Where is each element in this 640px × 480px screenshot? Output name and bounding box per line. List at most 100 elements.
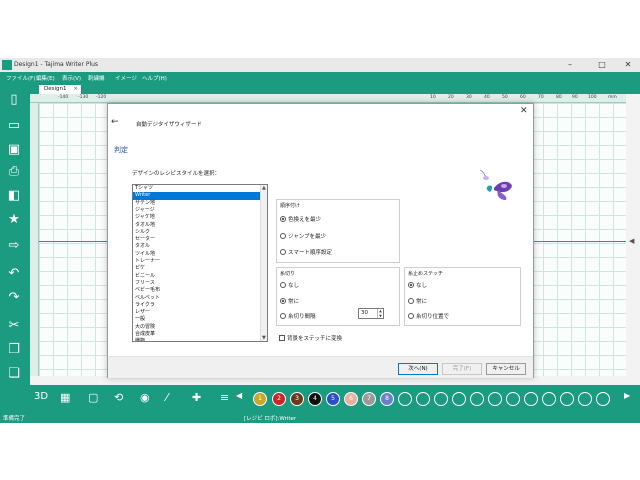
radio-tieoff-at-trim[interactable]: 糸切り位置で	[408, 312, 449, 320]
empty-swatch[interactable]	[488, 392, 502, 406]
print-icon[interactable]: ⎙	[5, 164, 23, 180]
scroll-up-icon[interactable]: ▲	[262, 185, 266, 191]
redo-icon[interactable]: ↷	[5, 290, 23, 306]
menu-image[interactable]: イメージ	[115, 74, 137, 82]
empty-swatch[interactable]	[452, 392, 466, 406]
color-swatch-2[interactable]: 2	[272, 392, 286, 406]
menu-machine[interactable]: 刺繍機	[88, 74, 105, 82]
stitch-tool-icon[interactable]: ✚	[192, 391, 201, 404]
list-item[interactable]: 織物	[133, 338, 261, 341]
color-swatch-5[interactable]: 5	[326, 392, 340, 406]
palette-prev-icon[interactable]: ◀	[236, 391, 242, 400]
radio-tieoff-none[interactable]: なし	[408, 281, 427, 289]
empty-swatch[interactable]	[578, 392, 592, 406]
open-folder-icon[interactable]: ▭	[5, 118, 23, 134]
radio-trim-interval[interactable]: 糸切り間隔	[280, 312, 316, 320]
list-item[interactable]: シルク	[133, 229, 261, 236]
list-item[interactable]: タオル	[133, 243, 261, 250]
menu-file[interactable]: ファイル(F)	[6, 74, 35, 82]
color-swatch-1[interactable]: 1	[253, 392, 267, 406]
list-item[interactable]: セーター	[133, 236, 261, 243]
list-item[interactable]: ツイル地	[133, 251, 261, 258]
menu-help[interactable]: ヘルプ(H)	[142, 74, 167, 82]
color-swatch-8[interactable]: 8	[380, 392, 394, 406]
minimize-button[interactable]: –	[560, 59, 580, 71]
grid-icon[interactable]: ▦	[60, 391, 70, 404]
vertical-scrollbar[interactable]: ◀	[626, 94, 640, 385]
cut-icon[interactable]: ✂	[5, 318, 23, 334]
color-swatch-6[interactable]: 6	[344, 392, 358, 406]
list-item[interactable]: ピケ	[133, 265, 261, 272]
empty-swatch[interactable]	[470, 392, 484, 406]
tab-close-icon[interactable]: ×	[73, 85, 78, 94]
list-item[interactable]: 合成皮革	[133, 331, 261, 338]
list-item[interactable]: タオル地	[133, 222, 261, 229]
copy-icon[interactable]: ❐	[5, 342, 23, 358]
empty-swatch[interactable]	[398, 392, 412, 406]
empty-swatch[interactable]	[524, 392, 538, 406]
empty-swatch[interactable]	[416, 392, 430, 406]
list-item[interactable]: レザー	[133, 309, 261, 316]
empty-swatch[interactable]	[596, 392, 610, 406]
list-item[interactable]: Tシャツ	[133, 185, 261, 192]
list-item[interactable]: ビニール	[133, 273, 261, 280]
list-item[interactable]: トレーナー	[133, 258, 261, 265]
scroll-down-icon[interactable]: ▼	[262, 335, 266, 341]
view-3d-button[interactable]: 3D	[34, 391, 48, 402]
empty-swatch[interactable]	[542, 392, 556, 406]
close-window-button[interactable]: ✕	[618, 59, 638, 71]
radio-trim-always[interactable]: 常に	[280, 297, 299, 305]
needle-icon[interactable]: ⁄	[166, 391, 168, 404]
menu-lines-icon[interactable]: ≡	[220, 391, 229, 404]
undo-icon[interactable]: ↶	[5, 266, 23, 282]
list-item-selected[interactable]: Writer	[133, 192, 261, 200]
radio-tieoff-always[interactable]: 常に	[408, 297, 427, 305]
refresh-icon[interactable]: ⟲	[114, 391, 123, 404]
list-item[interactable]: サテン地	[133, 200, 261, 207]
menu-view[interactable]: 表示(V)	[62, 74, 81, 82]
circle-tool-icon[interactable]: ◉	[140, 391, 150, 404]
dialog-close-icon[interactable]: ✕	[520, 106, 528, 116]
background-to-stitch-checkbox[interactable]: 背景をステッチに変換	[279, 334, 342, 342]
empty-swatch[interactable]	[560, 392, 574, 406]
checkbox-icon	[279, 335, 285, 341]
trim-interval-stepper[interactable]: 30 ▲ ▼	[358, 308, 384, 319]
star-icon[interactable]: ★	[5, 212, 23, 228]
color-swatch-7[interactable]: 7	[362, 392, 376, 406]
color-swatch-3[interactable]: 3	[290, 392, 304, 406]
radio-smart-order[interactable]: スマート順序設定	[280, 248, 332, 256]
app-logo-icon	[2, 60, 12, 70]
list-item[interactable]: ベビー毛布	[133, 287, 261, 294]
list-item[interactable]: ライクラ	[133, 302, 261, 309]
list-scrollbar[interactable]: ▲ ▼	[260, 185, 267, 341]
list-item[interactable]: 大の冒険	[133, 324, 261, 331]
next-button[interactable]: 次へ(N)	[398, 363, 438, 375]
recipe-style-list[interactable]: Tシャツ Writer サテン地 ジャージ ジャケ地 タオル地 シルク セーター…	[132, 184, 268, 342]
new-file-icon[interactable]: ▯	[5, 92, 23, 108]
empty-swatch[interactable]	[434, 392, 448, 406]
list-item[interactable]: ジャケ地	[133, 214, 261, 221]
palette-next-icon[interactable]: ▶	[624, 391, 630, 400]
cancel-button[interactable]: キャンセル	[486, 363, 526, 375]
save-icon[interactable]: ▣	[5, 142, 23, 158]
tab-design1[interactable]: Design1 ×	[39, 85, 81, 94]
stepper-arrows-icon[interactable]: ▲ ▼	[377, 309, 383, 318]
menu-edit[interactable]: 編集(E)	[36, 74, 55, 82]
machine-icon[interactable]: ◧	[5, 188, 23, 204]
radio-trim-none[interactable]: なし	[280, 281, 299, 289]
paste-icon[interactable]: ❏	[5, 366, 23, 382]
list-item[interactable]: 一般	[133, 316, 261, 323]
radio-min-color-change[interactable]: 色換えを最少	[280, 215, 321, 223]
group-title: 糸切り	[280, 271, 296, 277]
frame-icon[interactable]: ▢	[88, 391, 98, 404]
finish-button[interactable]: 完了(F)	[442, 363, 482, 375]
status-bar: 準備完了 [レジピ ロボ]:Writer	[0, 413, 640, 423]
back-arrow-icon[interactable]: ←	[111, 117, 119, 127]
send-icon[interactable]: ⇨	[5, 238, 23, 254]
radio-min-jump[interactable]: ジャンプを最少	[280, 232, 326, 240]
list-item[interactable]: ベルベット	[133, 295, 261, 302]
maximize-button[interactable]: □	[592, 59, 612, 71]
color-swatch-4[interactable]: 4	[308, 392, 322, 406]
scroll-left-icon[interactable]: ◀	[629, 237, 634, 245]
empty-swatch[interactable]	[506, 392, 520, 406]
